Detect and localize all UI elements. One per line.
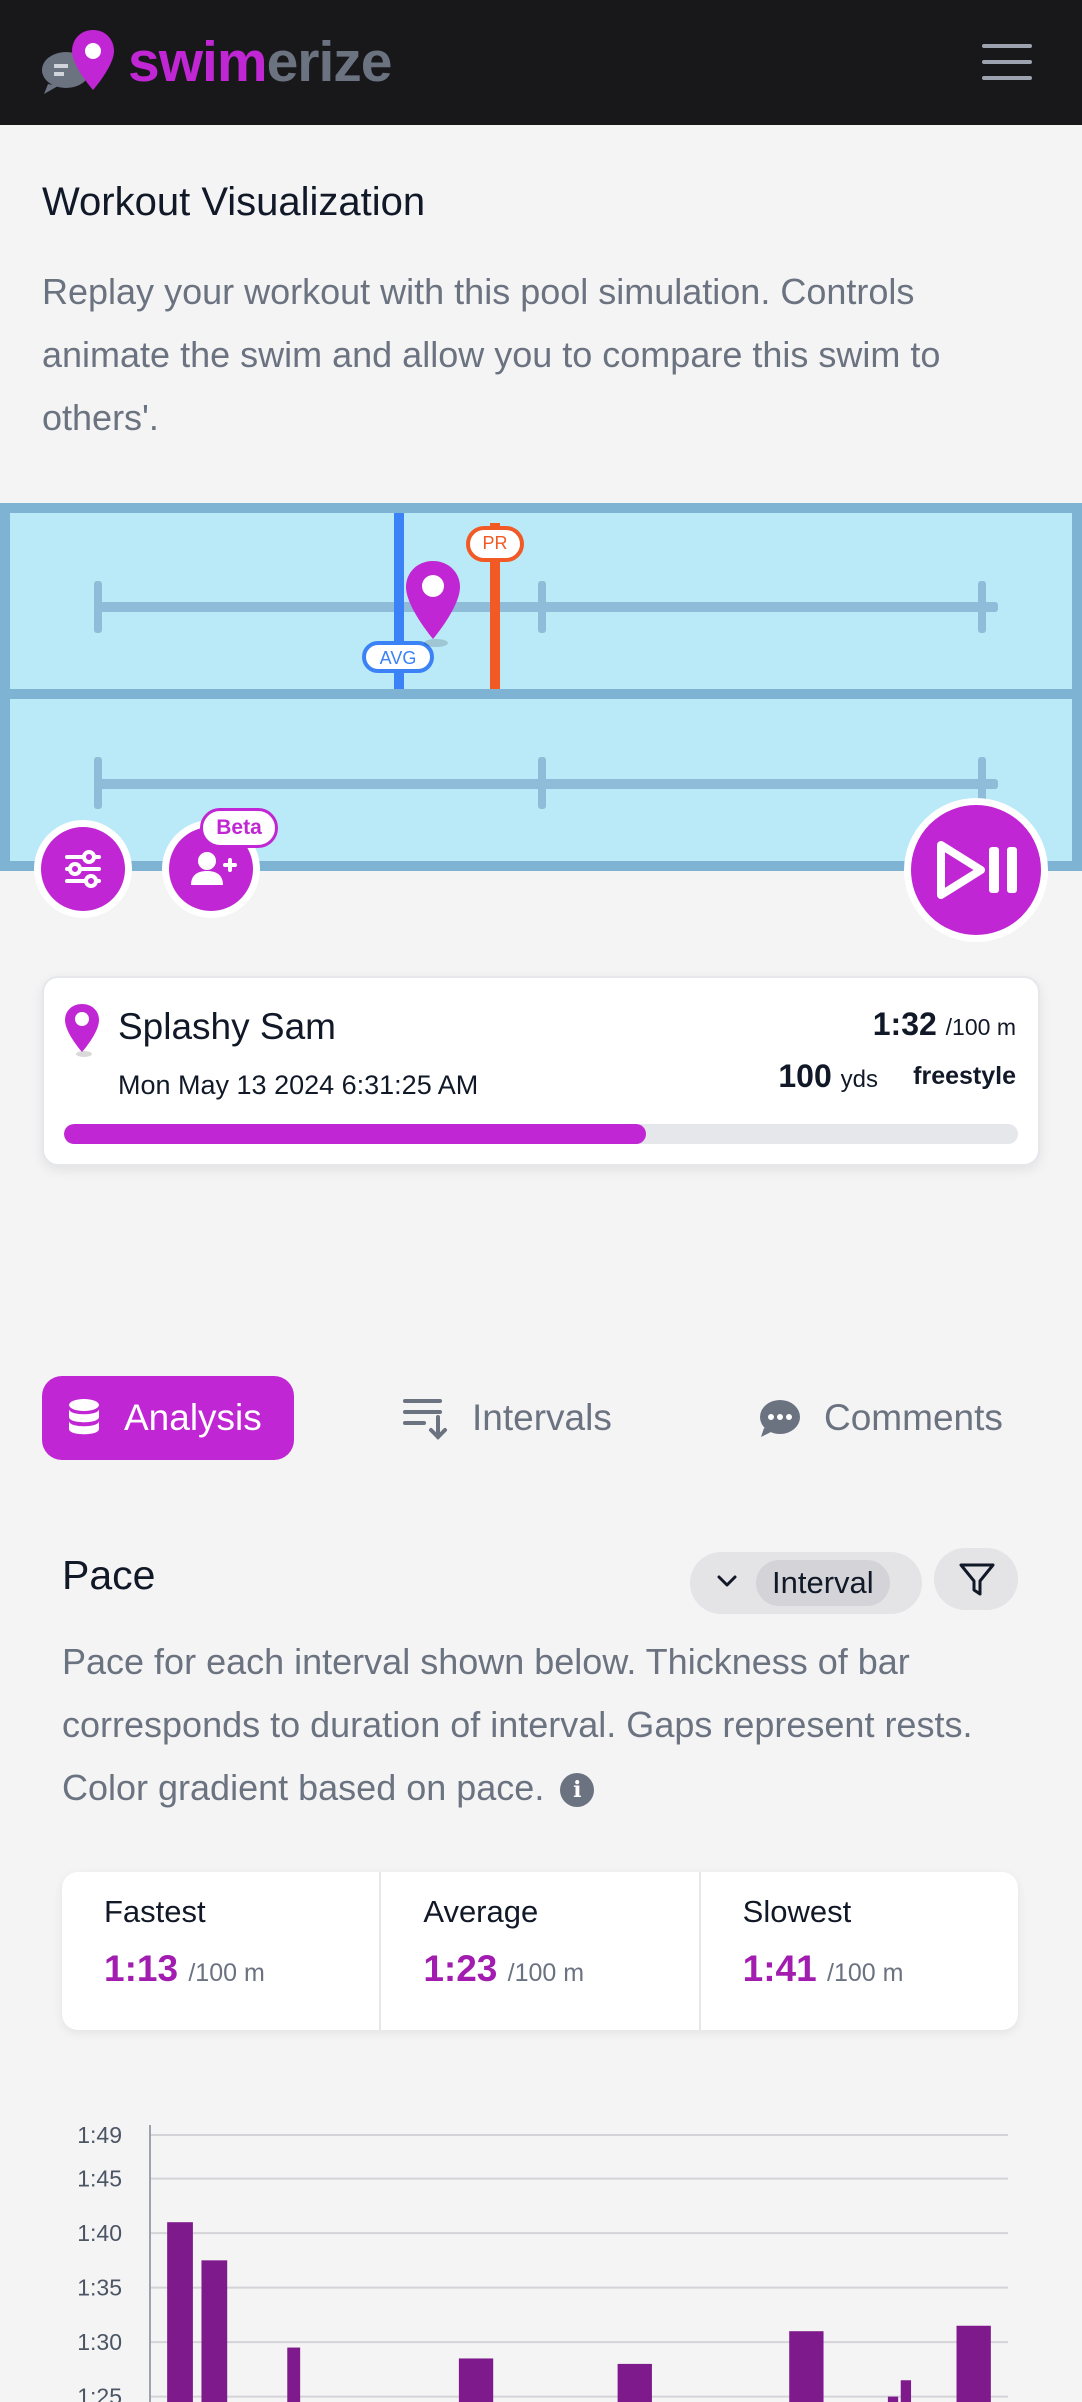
lane-marker-line	[98, 602, 998, 612]
tab-intervals[interactable]: Intervals	[402, 1376, 612, 1460]
stat-average: Average 1:23 /100 m	[381, 1872, 701, 2030]
hamburger-menu-icon[interactable]	[982, 44, 1032, 80]
chart-bar[interactable]	[900, 2380, 912, 2402]
filter-icon	[959, 1563, 995, 1596]
lane-marker-tick	[978, 581, 986, 633]
database-icon	[69, 1399, 99, 1435]
swimmer-card[interactable]: Splashy Sam Mon May 13 2024 6:31:25 AM 1…	[42, 976, 1040, 1166]
chart-bar[interactable]	[956, 2325, 991, 2402]
tab-analysis[interactable]: Analysis	[42, 1376, 294, 1460]
chart-ytick-label: 1:35	[77, 2275, 122, 2301]
lane-marker-tick	[538, 757, 546, 809]
chart-ytick-label: 1:25	[77, 2384, 122, 2402]
info-icon[interactable]: i	[560, 1773, 595, 1808]
tab-comments-label: Comments	[824, 1397, 1003, 1438]
location-pin-icon	[65, 1004, 99, 1057]
stat-fastest: Fastest 1:13 /100 m	[62, 1872, 382, 2030]
chat-bubble-icon	[760, 1400, 800, 1437]
lane-divider	[10, 689, 1072, 699]
pace-section-title: Pace	[62, 1552, 156, 1598]
pace-stats: Fastest 1:13 /100 m Average 1:23 /100 m …	[62, 1872, 1018, 2030]
swimmer-pace: 1:32 /100 m	[872, 1006, 1016, 1042]
chart-ytick-label: 1:30	[77, 2329, 122, 2355]
chart-bar[interactable]	[201, 2260, 228, 2402]
swimmer-name: Splashy Sam	[118, 1006, 336, 1047]
tab-comments[interactable]: Comments	[758, 1376, 1003, 1460]
chevron-down-icon	[717, 1575, 737, 1587]
filter-button[interactable]	[934, 1548, 1018, 1610]
lane-marker-tick	[538, 581, 546, 633]
chart-bar[interactable]	[789, 2331, 824, 2402]
pace-description: Pace for each interval shown below. Thic…	[62, 1641, 973, 1808]
lane-marker-tick	[94, 581, 102, 633]
pace-chart: 1:49 1:45 1:40 1:35 1:30 1:25	[77, 2122, 1008, 2402]
tab-analysis-label: Analysis	[124, 1397, 262, 1438]
tab-intervals-label: Intervals	[472, 1397, 612, 1438]
pr-label: PR	[466, 526, 524, 562]
settings-sliders-button[interactable]	[34, 820, 132, 918]
swim-progress-fill	[64, 1124, 646, 1144]
brand-name[interactable]: swimerize	[128, 28, 392, 96]
page-description: Replay your workout with this pool simul…	[42, 271, 941, 438]
chart-ytick-label: 1:45	[77, 2166, 122, 2192]
swimmer-location-pin-icon	[406, 561, 460, 647]
lane-marker-tick	[94, 757, 102, 809]
page-title: Workout Visualization	[42, 180, 426, 224]
chart-ytick-label: 1:40	[77, 2220, 122, 2246]
swimmer-stroke: freestyle	[913, 1062, 1016, 1090]
swimmer-distance: 100 yds	[778, 1058, 878, 1094]
play-pause-icon	[937, 841, 1017, 899]
swim-progress-bar	[64, 1124, 1018, 1144]
sliders-icon	[65, 850, 101, 888]
play-pause-button[interactable]	[904, 798, 1048, 942]
interval-select[interactable]: Interval	[690, 1552, 922, 1614]
chart-bar[interactable]	[167, 2222, 193, 2402]
chart-bar[interactable]	[458, 2358, 494, 2402]
beta-badge: Beta	[200, 808, 278, 848]
interval-select-value: Interval	[756, 1560, 890, 1606]
list-sort-icon	[403, 1399, 447, 1440]
app-header: swimerize	[0, 0, 1082, 125]
chart-ytick-label: 1:49	[77, 2122, 122, 2148]
stat-slowest: Slowest 1:41 /100 m	[742, 1894, 904, 1989]
workout-date: Mon May 13 2024 6:31:25 AM	[118, 1070, 479, 1100]
chat-pin-logo-icon[interactable]	[40, 28, 120, 98]
lane-marker-line	[98, 779, 998, 789]
chart-bar[interactable]	[887, 2396, 899, 2402]
chart-bar[interactable]	[617, 2363, 652, 2402]
chart-bar[interactable]	[287, 2347, 301, 2402]
